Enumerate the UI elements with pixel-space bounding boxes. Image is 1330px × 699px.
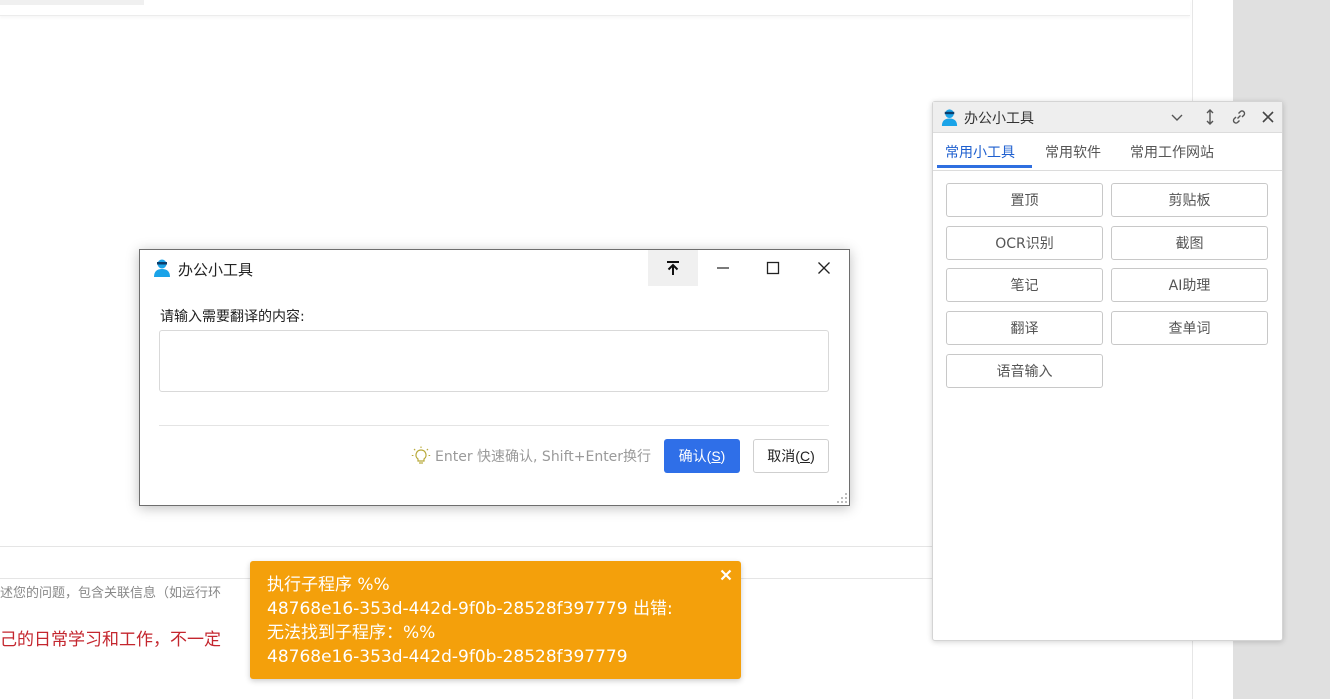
cancel-accelerator: C (799, 448, 811, 464)
tab-common-tools[interactable]: 常用小工具 (945, 142, 1015, 162)
tab-common-websites[interactable]: 常用工作网站 (1130, 142, 1214, 162)
cancel-paren: ) (810, 448, 815, 464)
panel-title-bar[interactable]: 办公小工具 (933, 102, 1282, 133)
cancel-button-label: 取消( (767, 448, 800, 464)
notes-button[interactable]: 笔记 (946, 268, 1103, 302)
chevron-down-icon[interactable] (1166, 106, 1188, 128)
red-note-text: 己的日常学习和工作，不一定 (0, 630, 221, 650)
lightbulb-icon (411, 446, 431, 464)
description-placeholder[interactable]: 述您的问题，包含关联信息（如运行环 (0, 582, 221, 601)
pin-top-button[interactable]: 置顶 (946, 183, 1103, 217)
tab-common-software[interactable]: 常用软件 (1045, 142, 1101, 162)
pin-top-icon[interactable] (648, 250, 698, 286)
page-separator (0, 546, 932, 547)
panel-tabs: 常用小工具 常用软件 常用工作网站 (933, 140, 1282, 171)
dictionary-button[interactable]: 查单词 (1111, 311, 1268, 345)
panel-title: 办公小工具 (964, 111, 1034, 127)
app-logo-icon (154, 259, 170, 277)
page-top-bar (0, 0, 1190, 16)
confirm-accelerator: S (711, 448, 721, 464)
keyboard-hint: Enter 快速确认, Shift+Enter换行 (411, 446, 651, 466)
screenshot-button[interactable]: 截图 (1111, 226, 1268, 260)
confirm-paren: ) (720, 448, 726, 464)
keyboard-hint-text: Enter 快速确认, Shift+Enter换行 (435, 449, 652, 465)
app-logo-icon (941, 109, 958, 127)
resize-grip-icon[interactable] (836, 492, 848, 504)
ai-assistant-button[interactable]: AI助理 (1111, 268, 1268, 302)
error-toast: 执行子程序 %% 48768e16-353d-442d-9f0b-28528f3… (250, 561, 741, 679)
active-tab-indicator (937, 165, 1032, 168)
clipboard-button[interactable]: 剪贴板 (1111, 183, 1268, 217)
office-tools-panel: 办公小工具 常用小工具 常用软件 常用工作网站 置顶 剪贴板 OCR识别 截图 … (932, 101, 1283, 641)
minimize-icon[interactable] (698, 250, 748, 286)
close-icon[interactable] (717, 566, 735, 584)
input-prompt-label: 请输入需要翻译的内容: (160, 309, 305, 325)
cancel-button[interactable]: 取消(C) (753, 439, 829, 473)
toast-message: 执行子程序 %% 48768e16-353d-442d-9f0b-28528f3… (267, 575, 673, 667)
voice-input-button[interactable]: 语音输入 (946, 354, 1103, 388)
link-icon[interactable] (1228, 106, 1250, 128)
ocr-button[interactable]: OCR识别 (946, 226, 1103, 260)
dialog-separator (159, 425, 829, 426)
dialog-title: 办公小工具 (178, 261, 254, 279)
close-icon[interactable] (799, 250, 849, 286)
confirm-button-label: 确认( (678, 448, 712, 464)
translate-input[interactable] (159, 330, 829, 392)
page-tab-stub (0, 0, 144, 5)
translate-button[interactable]: 翻译 (946, 311, 1103, 345)
maximize-icon[interactable] (748, 250, 798, 286)
translate-dialog: 办公小工具 请输入需要翻译的内容: Enter 快速确认, Shift+Ente… (139, 249, 850, 506)
close-icon[interactable] (1257, 106, 1279, 128)
confirm-button[interactable]: 确认(S) (664, 439, 740, 473)
resize-vertical-icon[interactable] (1199, 106, 1221, 128)
